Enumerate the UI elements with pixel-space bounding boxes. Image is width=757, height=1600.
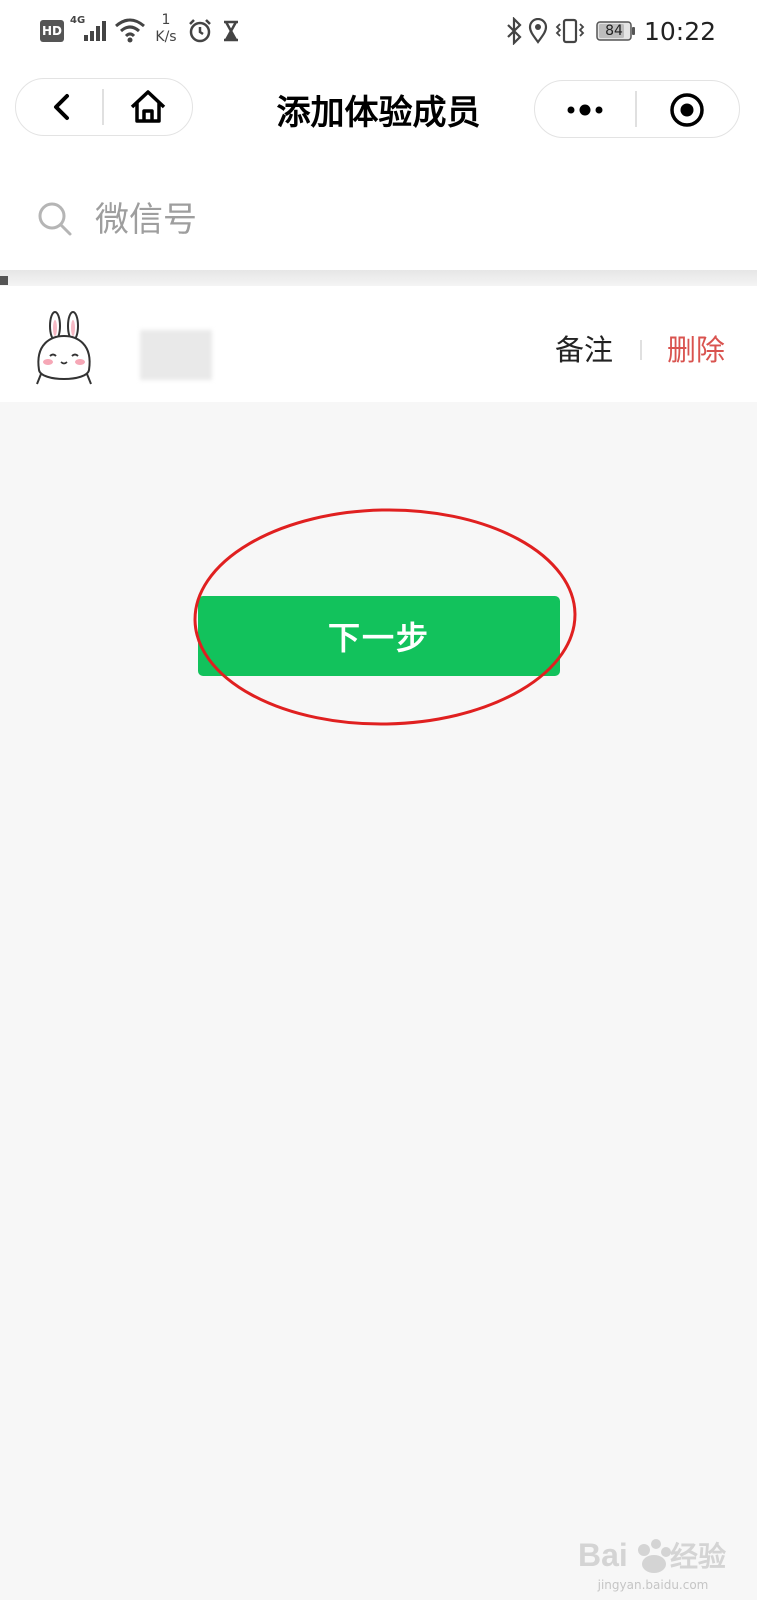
target-circle-icon <box>670 93 704 127</box>
signal-icon <box>84 21 106 41</box>
network-speed: 1 K/s <box>155 12 177 45</box>
search-icon <box>38 202 72 236</box>
wifi-icon <box>115 18 145 43</box>
alarm-icon <box>189 19 211 43</box>
member-row <box>0 286 757 402</box>
close-miniprogram-button[interactable] <box>637 81 737 136</box>
section-divider <box>0 270 757 286</box>
hd-badge: HD <box>40 20 64 42</box>
more-button[interactable] <box>535 81 635 136</box>
status-time: 10:22 <box>644 17 717 46</box>
battery-level: 84 <box>605 23 623 39</box>
delete-button[interactable]: 删除 <box>667 330 725 370</box>
vibrate-icon <box>555 18 585 44</box>
baidu-watermark-logo: Bai 经验 <box>578 1537 726 1573</box>
svg-text:Bai: Bai <box>578 1537 628 1573</box>
annotation-highlight-ellipse <box>193 508 577 726</box>
watermark-url: jingyan.baidu.com <box>597 1578 709 1592</box>
more-dots-icon <box>567 104 603 116</box>
member-name-redacted <box>140 330 212 380</box>
svg-text:经验: 经验 <box>670 1540 726 1572</box>
nav-capsule-right <box>534 80 740 138</box>
location-icon <box>528 18 548 44</box>
remark-button[interactable]: 备注 <box>555 330 613 370</box>
action-separator <box>640 340 642 360</box>
hourglass-icon <box>224 20 238 42</box>
wechat-id-input[interactable] <box>95 192 695 248</box>
edge-marker <box>0 276 8 285</box>
member-avatar <box>36 311 92 385</box>
bluetooth-icon <box>507 17 522 45</box>
